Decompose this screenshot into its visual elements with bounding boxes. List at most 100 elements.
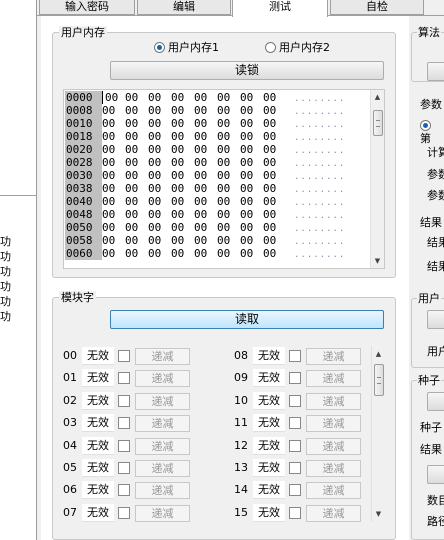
hex-byte[interactable]: 00 bbox=[125, 117, 148, 130]
hex-byte[interactable]: 00 bbox=[148, 130, 171, 143]
hex-byte[interactable]: 00 bbox=[102, 104, 125, 117]
hex-byte[interactable]: 00 bbox=[217, 247, 240, 260]
decrement-button[interactable]: 递减 bbox=[135, 393, 190, 410]
decrement-button[interactable]: 递减 bbox=[306, 438, 361, 455]
module-word-status[interactable]: 无效 bbox=[82, 414, 114, 432]
hex-byte[interactable]: 00 bbox=[194, 234, 217, 247]
decrement-button[interactable]: 递减 bbox=[135, 415, 190, 432]
decrement-button[interactable]: 递减 bbox=[135, 348, 190, 365]
hex-byte[interactable]: 00 bbox=[217, 143, 240, 156]
decrement-button[interactable]: 递减 bbox=[135, 438, 190, 455]
module-word-checkbox[interactable] bbox=[289, 417, 301, 429]
memory-hex-view[interactable]: 0000 00 00 00 00 00 00 00 00........ 0008 00 00 00 00… bbox=[63, 89, 385, 269]
hex-byte[interactable]: 00 bbox=[217, 104, 240, 117]
hex-byte[interactable]: 00 bbox=[217, 195, 240, 208]
hex-byte[interactable]: 00 bbox=[217, 234, 240, 247]
module-word-checkbox[interactable] bbox=[289, 462, 301, 474]
hex-byte[interactable]: 00 bbox=[102, 156, 125, 169]
hex-byte[interactable]: 00 bbox=[240, 221, 263, 234]
decrement-button[interactable]: 递减 bbox=[306, 460, 361, 477]
memory-hex-scrollbar[interactable]: ▲ ▼ bbox=[370, 90, 384, 268]
hex-byte[interactable]: 00 bbox=[194, 156, 217, 169]
hex-byte[interactable]: 00 bbox=[171, 247, 194, 260]
decrement-button[interactable]: 递减 bbox=[135, 482, 190, 499]
hex-byte[interactable]: 00 bbox=[194, 143, 217, 156]
module-word-status[interactable]: 无效 bbox=[253, 347, 285, 365]
hex-byte[interactable]: 00 bbox=[148, 221, 171, 234]
module-word-status[interactable]: 无效 bbox=[82, 392, 114, 410]
hex-byte[interactable]: 00 bbox=[263, 169, 286, 182]
hex-byte[interactable]: 00 bbox=[263, 156, 286, 169]
hex-byte[interactable]: 00 bbox=[171, 156, 194, 169]
hex-byte[interactable]: 00 bbox=[263, 182, 286, 195]
hex-byte[interactable]: 00 bbox=[171, 104, 194, 117]
module-word-status[interactable]: 无效 bbox=[253, 392, 285, 410]
scroll-up-arrow-icon[interactable]: ▲ bbox=[372, 349, 385, 359]
hex-byte[interactable]: 00 bbox=[194, 221, 217, 234]
hex-byte[interactable]: 00 bbox=[240, 182, 263, 195]
hex-byte[interactable]: 00 bbox=[125, 91, 148, 104]
module-word-checkbox[interactable] bbox=[118, 395, 130, 407]
hex-byte[interactable]: 00 bbox=[217, 221, 240, 234]
module-word-checkbox[interactable] bbox=[289, 507, 301, 519]
hex-byte[interactable]: 00 bbox=[240, 234, 263, 247]
hex-byte[interactable]: 00 bbox=[102, 234, 125, 247]
module-word-checkbox[interactable] bbox=[289, 395, 301, 407]
user-memory-2-radio[interactable]: 用户内存2 bbox=[265, 41, 330, 54]
hex-byte[interactable]: 00 bbox=[240, 169, 263, 182]
module-word-scrollbar[interactable]: ▲ ▼ bbox=[371, 346, 385, 522]
hex-byte[interactable]: 00 bbox=[148, 117, 171, 130]
module-word-status[interactable]: 无效 bbox=[82, 504, 114, 522]
result-button[interactable] bbox=[427, 465, 444, 484]
hex-byte[interactable]: 00 bbox=[263, 104, 286, 117]
hex-byte[interactable]: 00 bbox=[194, 130, 217, 143]
hex-byte[interactable]: 00 bbox=[125, 169, 148, 182]
decrement-button[interactable]: 递减 bbox=[135, 505, 190, 522]
hex-byte[interactable]: 00 bbox=[125, 130, 148, 143]
tab-edit[interactable]: 编辑 bbox=[137, 0, 231, 15]
hex-byte[interactable]: 00 bbox=[240, 156, 263, 169]
decrement-button[interactable]: 递减 bbox=[306, 482, 361, 499]
hex-byte[interactable]: 00 bbox=[171, 221, 194, 234]
module-word-checkbox[interactable] bbox=[118, 462, 130, 474]
decrement-button[interactable]: 递减 bbox=[306, 370, 361, 387]
module-word-checkbox[interactable] bbox=[118, 372, 130, 384]
module-word-status[interactable]: 无效 bbox=[82, 369, 114, 387]
hex-byte[interactable]: 00 bbox=[240, 130, 263, 143]
hex-byte[interactable]: 00 bbox=[125, 182, 148, 195]
hex-byte[interactable]: 00 bbox=[148, 156, 171, 169]
hex-byte[interactable]: 00 bbox=[263, 91, 286, 104]
hex-byte[interactable]: 00 bbox=[194, 182, 217, 195]
hex-byte[interactable]: 00 bbox=[217, 169, 240, 182]
hex-byte[interactable]: 00 bbox=[263, 221, 286, 234]
hex-byte[interactable]: 00 bbox=[194, 117, 217, 130]
user-button[interactable] bbox=[427, 310, 444, 329]
hex-byte[interactable]: 00 bbox=[102, 247, 125, 260]
hex-byte[interactable]: 00 bbox=[263, 208, 286, 221]
module-word-status[interactable]: 无效 bbox=[253, 369, 285, 387]
hex-byte[interactable]: 00 bbox=[102, 182, 125, 195]
hex-byte[interactable]: 00 bbox=[171, 208, 194, 221]
decrement-button[interactable]: 递减 bbox=[135, 460, 190, 477]
tab-input-password[interactable]: 输入密码 bbox=[39, 0, 135, 15]
hex-byte[interactable]: 00 bbox=[125, 104, 148, 117]
hex-byte[interactable]: 00 bbox=[263, 195, 286, 208]
tab-self-check[interactable]: 自检 bbox=[330, 0, 424, 15]
hex-byte[interactable]: 00 bbox=[148, 247, 171, 260]
hex-byte[interactable]: 00 bbox=[125, 143, 148, 156]
hex-byte[interactable]: 00 bbox=[217, 182, 240, 195]
seed-button[interactable] bbox=[427, 392, 444, 411]
hex-byte[interactable]: 00 bbox=[171, 234, 194, 247]
decrement-button[interactable]: 递减 bbox=[306, 415, 361, 432]
module-word-checkbox[interactable] bbox=[289, 372, 301, 384]
hex-byte[interactable]: 00 bbox=[263, 117, 286, 130]
hex-byte[interactable]: 00 bbox=[148, 91, 171, 104]
hex-byte[interactable]: 00 bbox=[240, 104, 263, 117]
hex-byte[interactable]: 00 bbox=[102, 221, 125, 234]
module-word-status[interactable]: 无效 bbox=[82, 437, 114, 455]
hex-byte[interactable]: 00 bbox=[194, 195, 217, 208]
hex-byte[interactable]: 00 bbox=[102, 208, 125, 221]
hex-byte[interactable]: 00 bbox=[102, 143, 125, 156]
hex-byte[interactable]: 00 bbox=[148, 234, 171, 247]
hex-byte[interactable]: 00 bbox=[148, 143, 171, 156]
